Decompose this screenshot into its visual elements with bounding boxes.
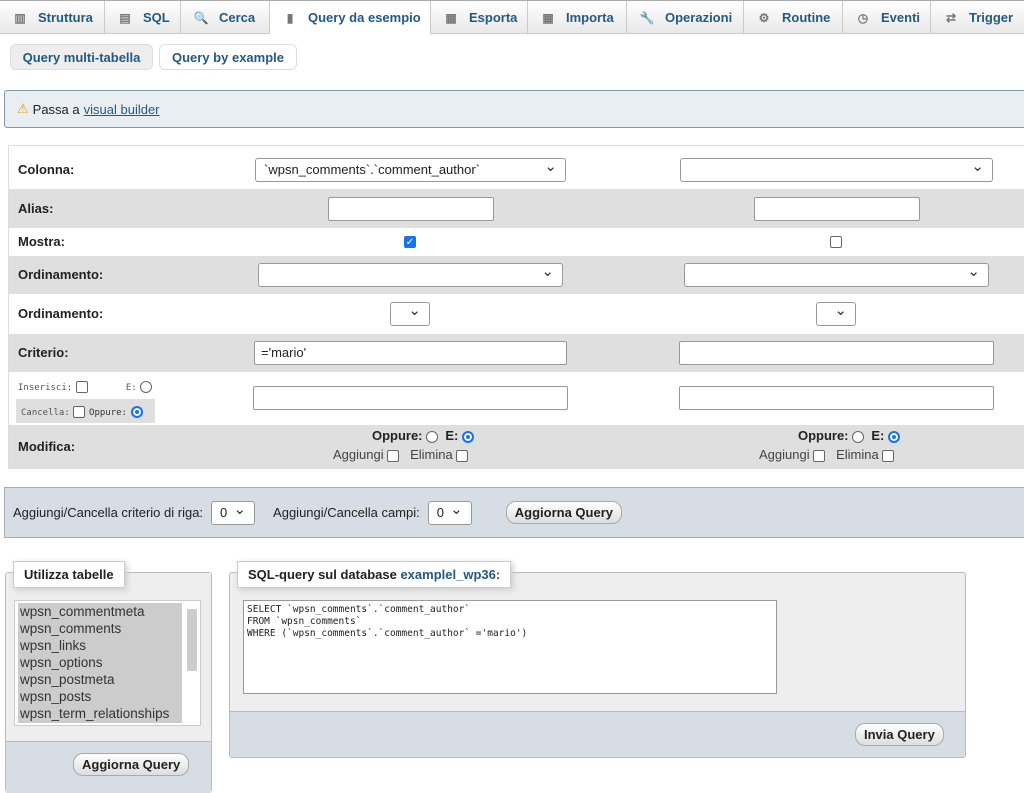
routine-icon: ⚙: [758, 10, 770, 25]
row-criterio: Criterio: ='mario': [9, 334, 1024, 372]
trigger-icon: ⇄: [945, 10, 957, 25]
row-mostra: Mostra: ✓: [9, 228, 1024, 256]
import-icon: ▦: [542, 10, 554, 25]
list-item[interactable]: wpsn_comments: [20, 620, 182, 637]
tab-bar: ▥ Struttura ▤ SQL 🔍 Cerca ▮ Query da esempio…: [0, 0, 1024, 35]
modify-add-checkbox-1[interactable]: [387, 449, 400, 462]
tables-legend: Utilizza tabelle: [13, 561, 125, 588]
wrench-icon: 🔧: [639, 10, 655, 25]
export-icon: ▦: [445, 10, 457, 25]
list-item[interactable]: wpsn_term_relationships: [20, 705, 182, 722]
criteria-input-1[interactable]: ='mario': [254, 341, 567, 365]
scrollbar[interactable]: [187, 609, 197, 671]
criteria-input-2[interactable]: [679, 341, 994, 365]
subtab-query-multi-tabella[interactable]: Query multi-tabella: [10, 44, 153, 70]
clock-icon: ◷: [857, 10, 869, 25]
show-checkbox-2[interactable]: [830, 236, 842, 248]
row-colonna: Colonna: `wpsn_comments`.`comment_author…: [9, 151, 1024, 189]
tab-eventi[interactable]: ◷ Eventi: [843, 1, 931, 34]
list-item[interactable]: wpsn_commentmeta: [20, 603, 182, 620]
column-select-1[interactable]: `wpsn_comments`.`comment_author`: [255, 157, 566, 182]
modify-delete-checkbox-1[interactable]: [456, 449, 469, 462]
or-radio[interactable]: [130, 405, 143, 418]
notice-box: ⚠ Passa a visual builder: [4, 90, 1024, 128]
row-criteria-ops: Inserisci: E: Cancella: Oppure:: [9, 372, 1024, 425]
extra-criteria-input-1[interactable]: [253, 386, 568, 410]
alias-input-1[interactable]: [328, 197, 494, 221]
tab-esporta[interactable]: ▦ Esporta: [431, 1, 528, 34]
list-item[interactable]: wpsn_postmeta: [20, 671, 182, 688]
sql-fieldset: SELECT `wpsn_comments`.`comment_author` …: [229, 572, 966, 758]
list-item[interactable]: wpsn_options: [20, 654, 182, 671]
sql-icon: ▤: [119, 10, 131, 25]
sort-order-select-2[interactable]: [816, 301, 856, 326]
submit-query-button[interactable]: Invia Query: [855, 723, 944, 746]
tab-routine[interactable]: ⚙ Routine: [744, 1, 843, 34]
sql-query-textarea[interactable]: SELECT `wpsn_comments`.`comment_author` …: [243, 600, 777, 694]
column-select-2[interactable]: [680, 157, 993, 182]
row-ordinamento-1: Ordinamento:: [9, 256, 1024, 294]
sort-select-1[interactable]: [258, 262, 563, 287]
database-link[interactable]: examplel_wp36:: [400, 567, 500, 582]
insert-row-checkbox[interactable]: [75, 380, 88, 393]
tab-sql[interactable]: ▤ SQL: [105, 1, 181, 34]
criteria-bar: Aggiungi/Cancella criterio di riga: 0 Ag…: [4, 487, 1024, 538]
rows-select[interactable]: 0: [211, 500, 256, 525]
list-item[interactable]: wpsn_posts: [20, 688, 182, 705]
search-icon: 🔍: [193, 10, 209, 25]
database-icon: ▮: [286, 10, 294, 25]
alias-input-2[interactable]: [754, 197, 920, 221]
modify-or-radio-1[interactable]: [426, 430, 439, 443]
visual-builder-link[interactable]: visual builder: [84, 102, 160, 117]
row-ordinamento-2: Ordinamento:: [9, 294, 1024, 334]
query-grid: Colonna: `wpsn_comments`.`comment_author…: [8, 145, 1024, 469]
show-checkbox-1[interactable]: ✓: [404, 236, 416, 248]
tab-struttura[interactable]: ▥ Struttura: [0, 1, 105, 34]
tab-cerca[interactable]: 🔍 Cerca: [181, 1, 270, 34]
sort-select-2[interactable]: [684, 262, 989, 287]
and-radio[interactable]: [140, 380, 153, 393]
tables-listbox[interactable]: wpsn_commentmeta wpsn_comments wpsn_link…: [14, 600, 201, 726]
update-query-button[interactable]: Aggiorna Query: [505, 501, 622, 524]
tables-fieldset: wpsn_commentmeta wpsn_comments wpsn_link…: [5, 572, 212, 793]
modify-and-radio-1[interactable]: [462, 430, 474, 443]
modify-and-radio-2[interactable]: [888, 430, 900, 443]
sql-legend: SQL-query sul database examplel_wp36:: [237, 561, 512, 588]
tables-update-query-button[interactable]: Aggiorna Query: [73, 753, 190, 776]
fields-select[interactable]: 0: [427, 500, 472, 525]
structure-icon: ▥: [14, 10, 26, 25]
modify-add-checkbox-2[interactable]: [813, 449, 826, 462]
extra-criteria-input-2[interactable]: [679, 386, 994, 410]
subtab-query-by-example[interactable]: Query by example: [159, 44, 297, 70]
tab-trigger[interactable]: ⇄ Trigger: [931, 1, 1024, 34]
delete-row-checkbox[interactable]: [73, 405, 86, 418]
tab-importa[interactable]: ▦ Importa: [528, 1, 627, 34]
row-alias: Alias:: [9, 189, 1024, 228]
warning-icon: ⚠: [17, 101, 29, 116]
modify-delete-checkbox-2[interactable]: [882, 449, 895, 462]
tab-query-da-esempio[interactable]: ▮ Query da esempio: [270, 1, 431, 35]
list-item[interactable]: wpsn_links: [20, 637, 182, 654]
row-modifica: Modifica: Oppure: E: Aggiungi Elimina Op…: [9, 425, 1024, 468]
modify-or-radio-2[interactable]: [852, 430, 865, 443]
sort-order-select-1[interactable]: [390, 301, 430, 326]
tab-operazioni[interactable]: 🔧 Operazioni: [627, 1, 744, 34]
